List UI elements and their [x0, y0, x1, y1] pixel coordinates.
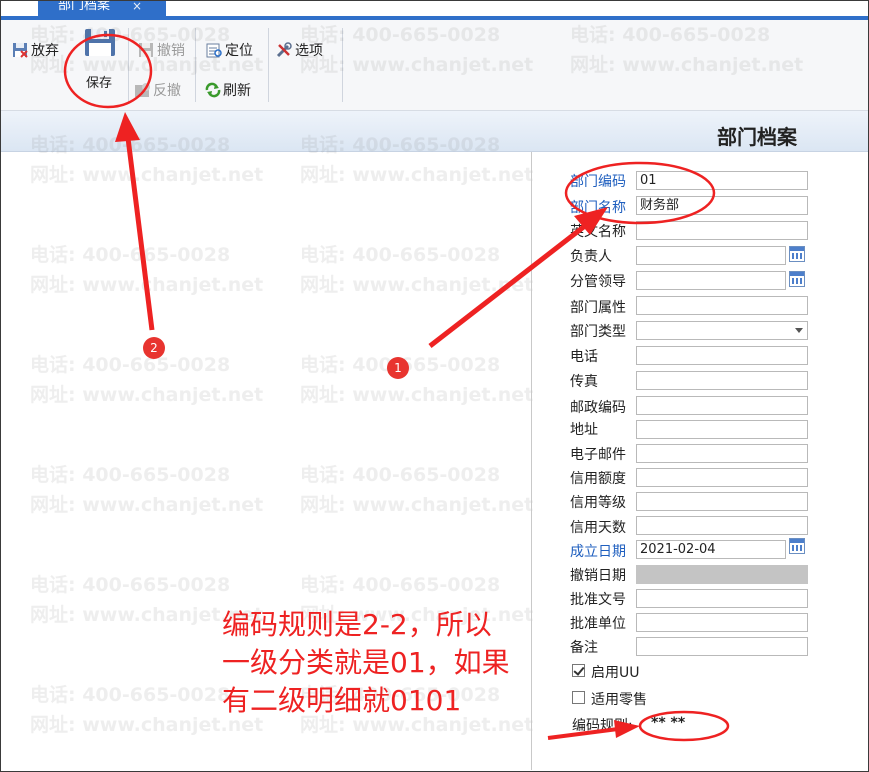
screenshot-border [0, 0, 869, 772]
